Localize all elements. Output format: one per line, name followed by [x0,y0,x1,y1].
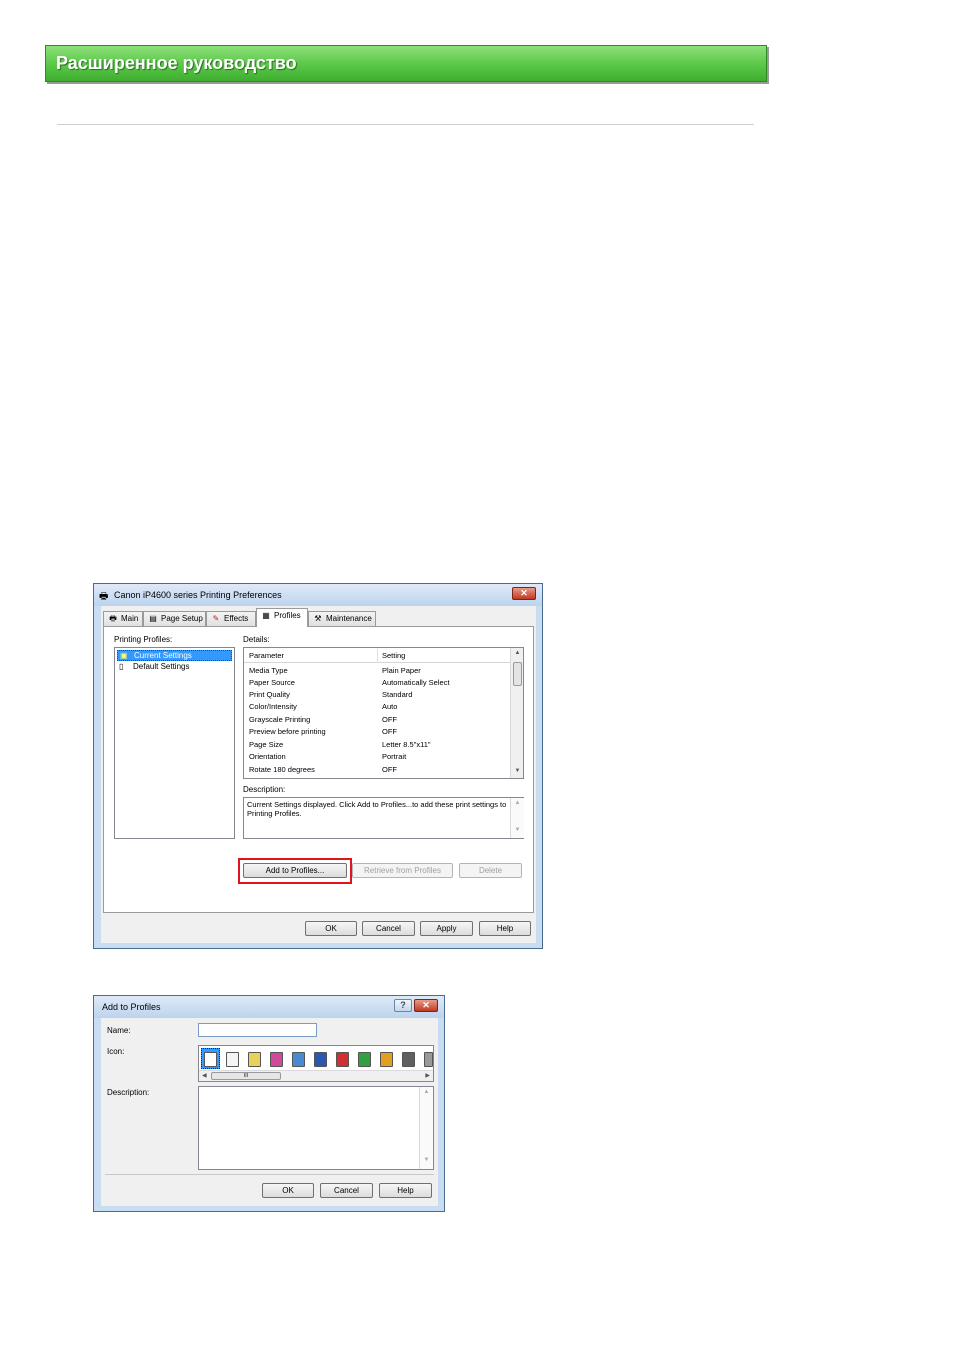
printing-profiles-label: Printing Profiles: [114,635,173,644]
delete-button[interactable]: Delete [459,863,522,878]
help-title-button[interactable]: ? [394,999,412,1012]
scroll-right-icon[interactable]: ▶ [425,1072,430,1079]
close-button[interactable]: ✕ [512,587,536,600]
window-title: Canon iP4600 series Printing Preferences [114,590,282,600]
icon-scrollbar[interactable]: ◀ III ▶ [199,1070,433,1081]
profile-icon-5[interactable] [292,1052,305,1067]
description-label: Description: [107,1088,150,1097]
retrieve-from-profiles-button[interactable]: Retrieve from Profiles [352,863,453,878]
window-client: 🖶 Main ▤ Page Setup ✎ Effects ▦ Profiles ⚒ Ma… [101,606,536,943]
profiles-icon: ▦ [262,611,270,620]
cancel-button[interactable]: Cancel [362,921,415,936]
printer-icon: 🖶 [109,614,117,623]
dialog-client: Name: Icon: ◀ III ▶ Description: ▲ ▼ OK … [101,1018,438,1206]
page-title: Расширенное руководство [56,53,297,73]
tab-maintenance[interactable]: ⚒ Maintenance [308,611,376,626]
tab-effects[interactable]: ✎ Effects [206,611,256,626]
icon-picker[interactable]: ◀ III ▶ [198,1045,434,1082]
list-item-label: Current Settings [134,651,192,660]
scroll-up-icon[interactable]: ▲ [420,1089,433,1095]
scroll-up-icon[interactable]: ▲ [511,800,524,806]
name-field[interactable] [198,1023,317,1037]
window-titlebar: 🖶 Canon iP4600 series Printing Preferenc… [94,584,542,606]
table-header: Parameter Setting [244,648,510,663]
scroll-thumb[interactable]: III [211,1072,281,1080]
profile-icon: ▣ [120,651,128,660]
header-banner: Расширенное руководство [45,45,767,82]
profiles-list[interactable]: ▣ Current Settings ▯ Default Settings [114,647,235,839]
scroll-left-icon[interactable]: ◀ [202,1072,207,1079]
apply-button[interactable]: Apply [420,921,473,936]
tab-page-setup[interactable]: ▤ Page Setup [143,611,206,626]
details-table[interactable]: Parameter Setting Media Type Plain Paper … [243,647,524,779]
description-box: Current Settings displayed. Click Add to… [243,797,524,839]
description-text: Current Settings displayed. Click Add to… [247,800,507,818]
divider [105,1174,434,1175]
profile-icon-2[interactable] [226,1052,239,1067]
ok-button[interactable]: OK [305,921,357,936]
profile-icon-3[interactable] [248,1052,261,1067]
scroll-down-icon[interactable]: ▼ [511,827,524,833]
divider [57,124,754,125]
column-header-setting[interactable]: Setting [382,651,405,660]
ok-button[interactable]: OK [262,1183,314,1198]
profile-icon-6[interactable] [314,1052,327,1067]
highlight-box [238,858,352,884]
description-scrollbar[interactable]: ▲ ▼ [419,1087,433,1169]
help-button[interactable]: Help [479,921,531,936]
scroll-up-icon[interactable]: ▲ [511,650,523,656]
printer-icon: 🖶 [99,591,109,602]
scroll-down-icon[interactable]: ▼ [511,768,523,774]
profile-icon-1[interactable] [204,1052,217,1067]
maintenance-icon: ⚒ [314,614,322,623]
dialog-titlebar: Add to Profiles ? ✕ [94,996,444,1018]
help-button[interactable]: Help [379,1183,432,1198]
column-header-parameter[interactable]: Parameter [249,651,284,660]
column-divider [377,648,378,663]
tab-page: Printing Profiles: ▣ Current Settings ▯ … [103,626,534,913]
list-item[interactable]: ▯ Default Settings [117,662,232,673]
profile-icon-11[interactable] [424,1052,433,1067]
add-to-profiles-dialog: Add to Profiles ? ✕ Name: Icon: ◀ III ▶ … [93,995,445,1212]
page-setup-icon: ▤ [149,614,157,623]
cancel-button[interactable]: Cancel [320,1183,373,1198]
name-label: Name: [107,1026,131,1035]
effects-icon: ✎ [212,614,220,623]
scroll-thumb[interactable] [513,662,522,686]
profile-icon-4[interactable] [270,1052,283,1067]
details-scrollbar[interactable]: ▲ ▼ [510,648,523,778]
tab-profiles[interactable]: ▦ Profiles [256,608,308,627]
list-item-label: Default Settings [133,662,190,671]
printing-preferences-window: 🖶 Canon iP4600 series Printing Preferenc… [93,583,543,949]
profile-icon: ▯ [119,662,124,671]
dialog-title: Add to Profiles [102,1002,161,1012]
description-scrollbar[interactable]: ▲ ▼ [510,798,524,838]
scroll-down-icon[interactable]: ▼ [420,1157,433,1163]
close-button[interactable]: ✕ [414,999,438,1012]
description-label: Description: [243,785,286,794]
profile-icon-7[interactable] [336,1052,349,1067]
profile-icon-8[interactable] [358,1052,371,1067]
tab-main[interactable]: 🖶 Main [103,611,143,626]
icon-label: Icon: [107,1047,125,1056]
description-field[interactable]: ▲ ▼ [198,1086,434,1170]
profile-icon-10[interactable] [402,1052,415,1067]
profile-icon-9[interactable] [380,1052,393,1067]
details-label: Details: [243,635,270,644]
list-item[interactable]: ▣ Current Settings [117,650,232,661]
